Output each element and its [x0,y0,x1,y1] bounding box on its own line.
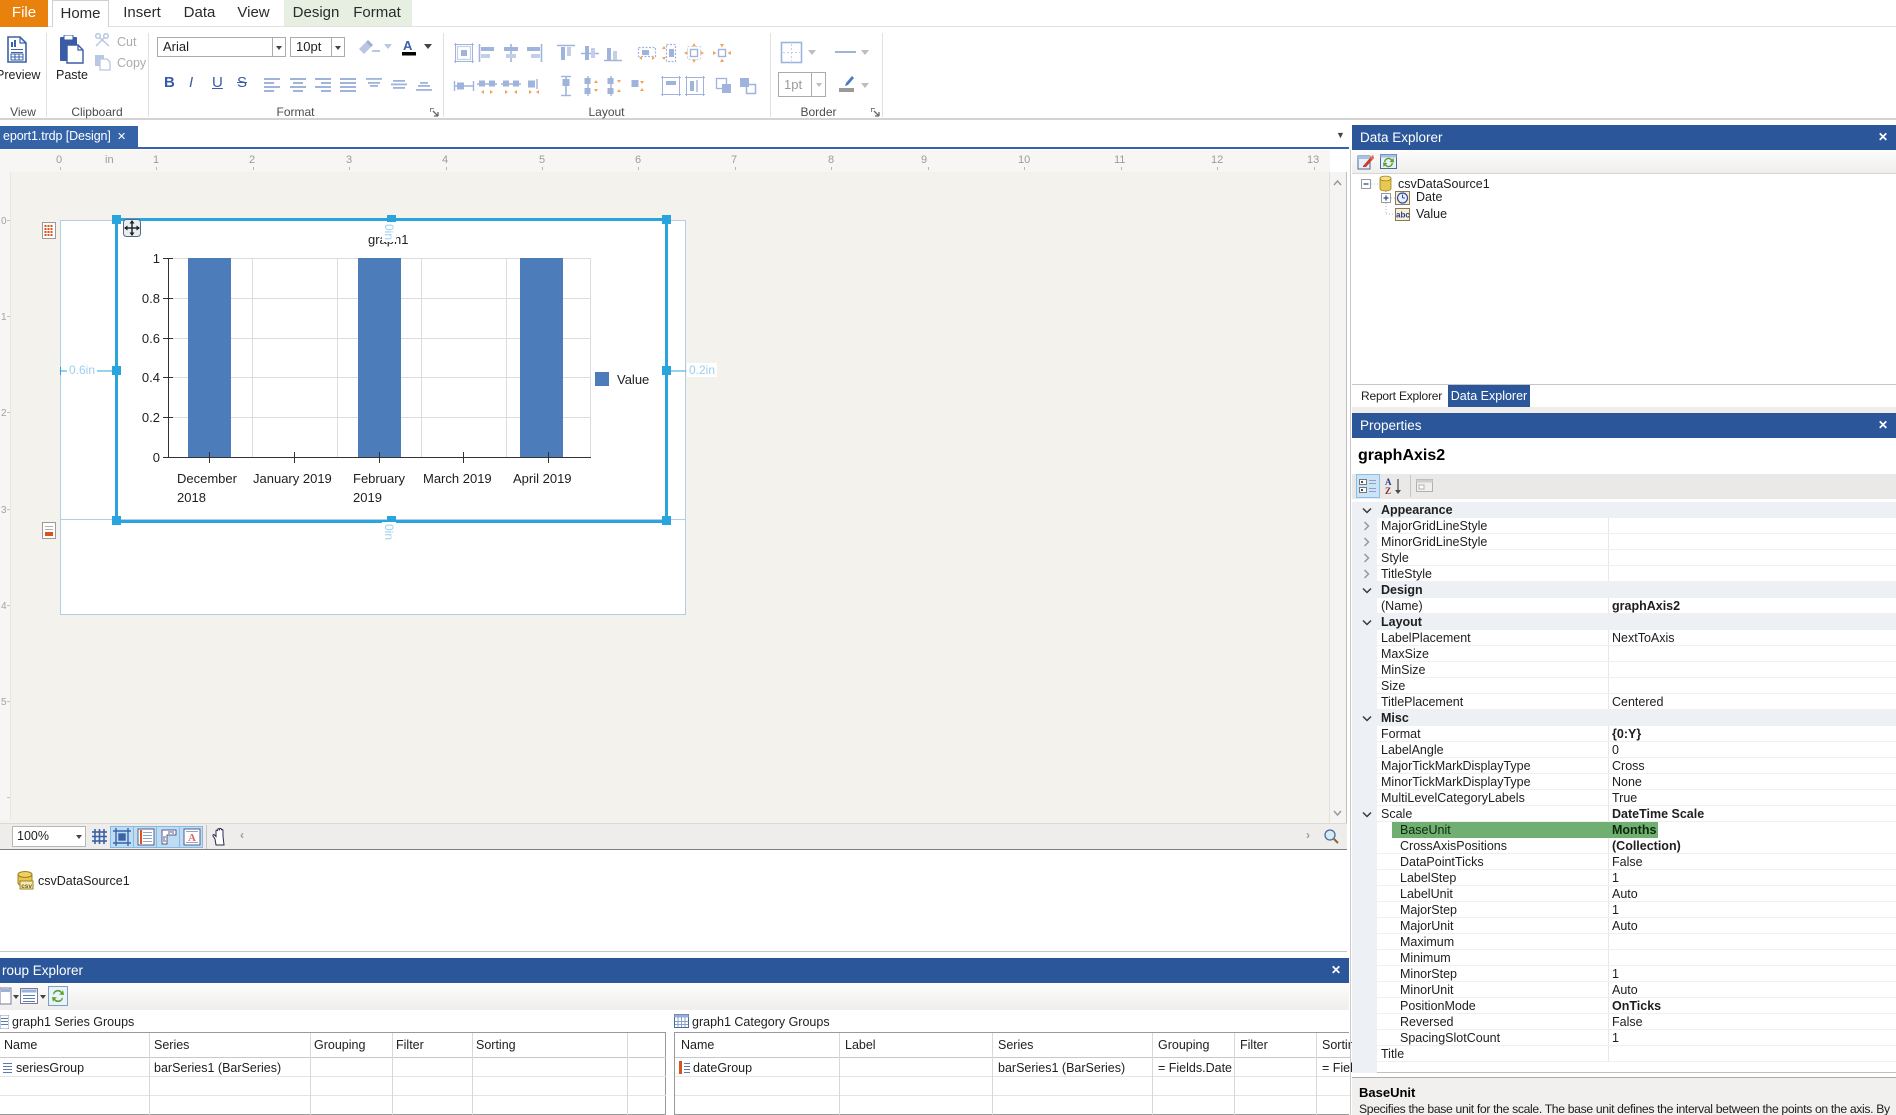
svg-text:A: A [188,832,196,844]
svg-text:5: 5 [1,697,7,708]
svg-text:Z: Z [1385,486,1391,495]
svg-text:0: 0 [1,216,7,227]
svg-text:2: 2 [1,408,7,419]
svg-text:abc: abc [1396,211,1410,220]
svg-text:3: 3 [1,505,7,516]
svg-text:4: 4 [1,601,7,612]
svg-text:1: 1 [1,312,7,323]
svg-text:A: A [403,39,413,53]
svg-text:csv: csv [21,883,32,890]
